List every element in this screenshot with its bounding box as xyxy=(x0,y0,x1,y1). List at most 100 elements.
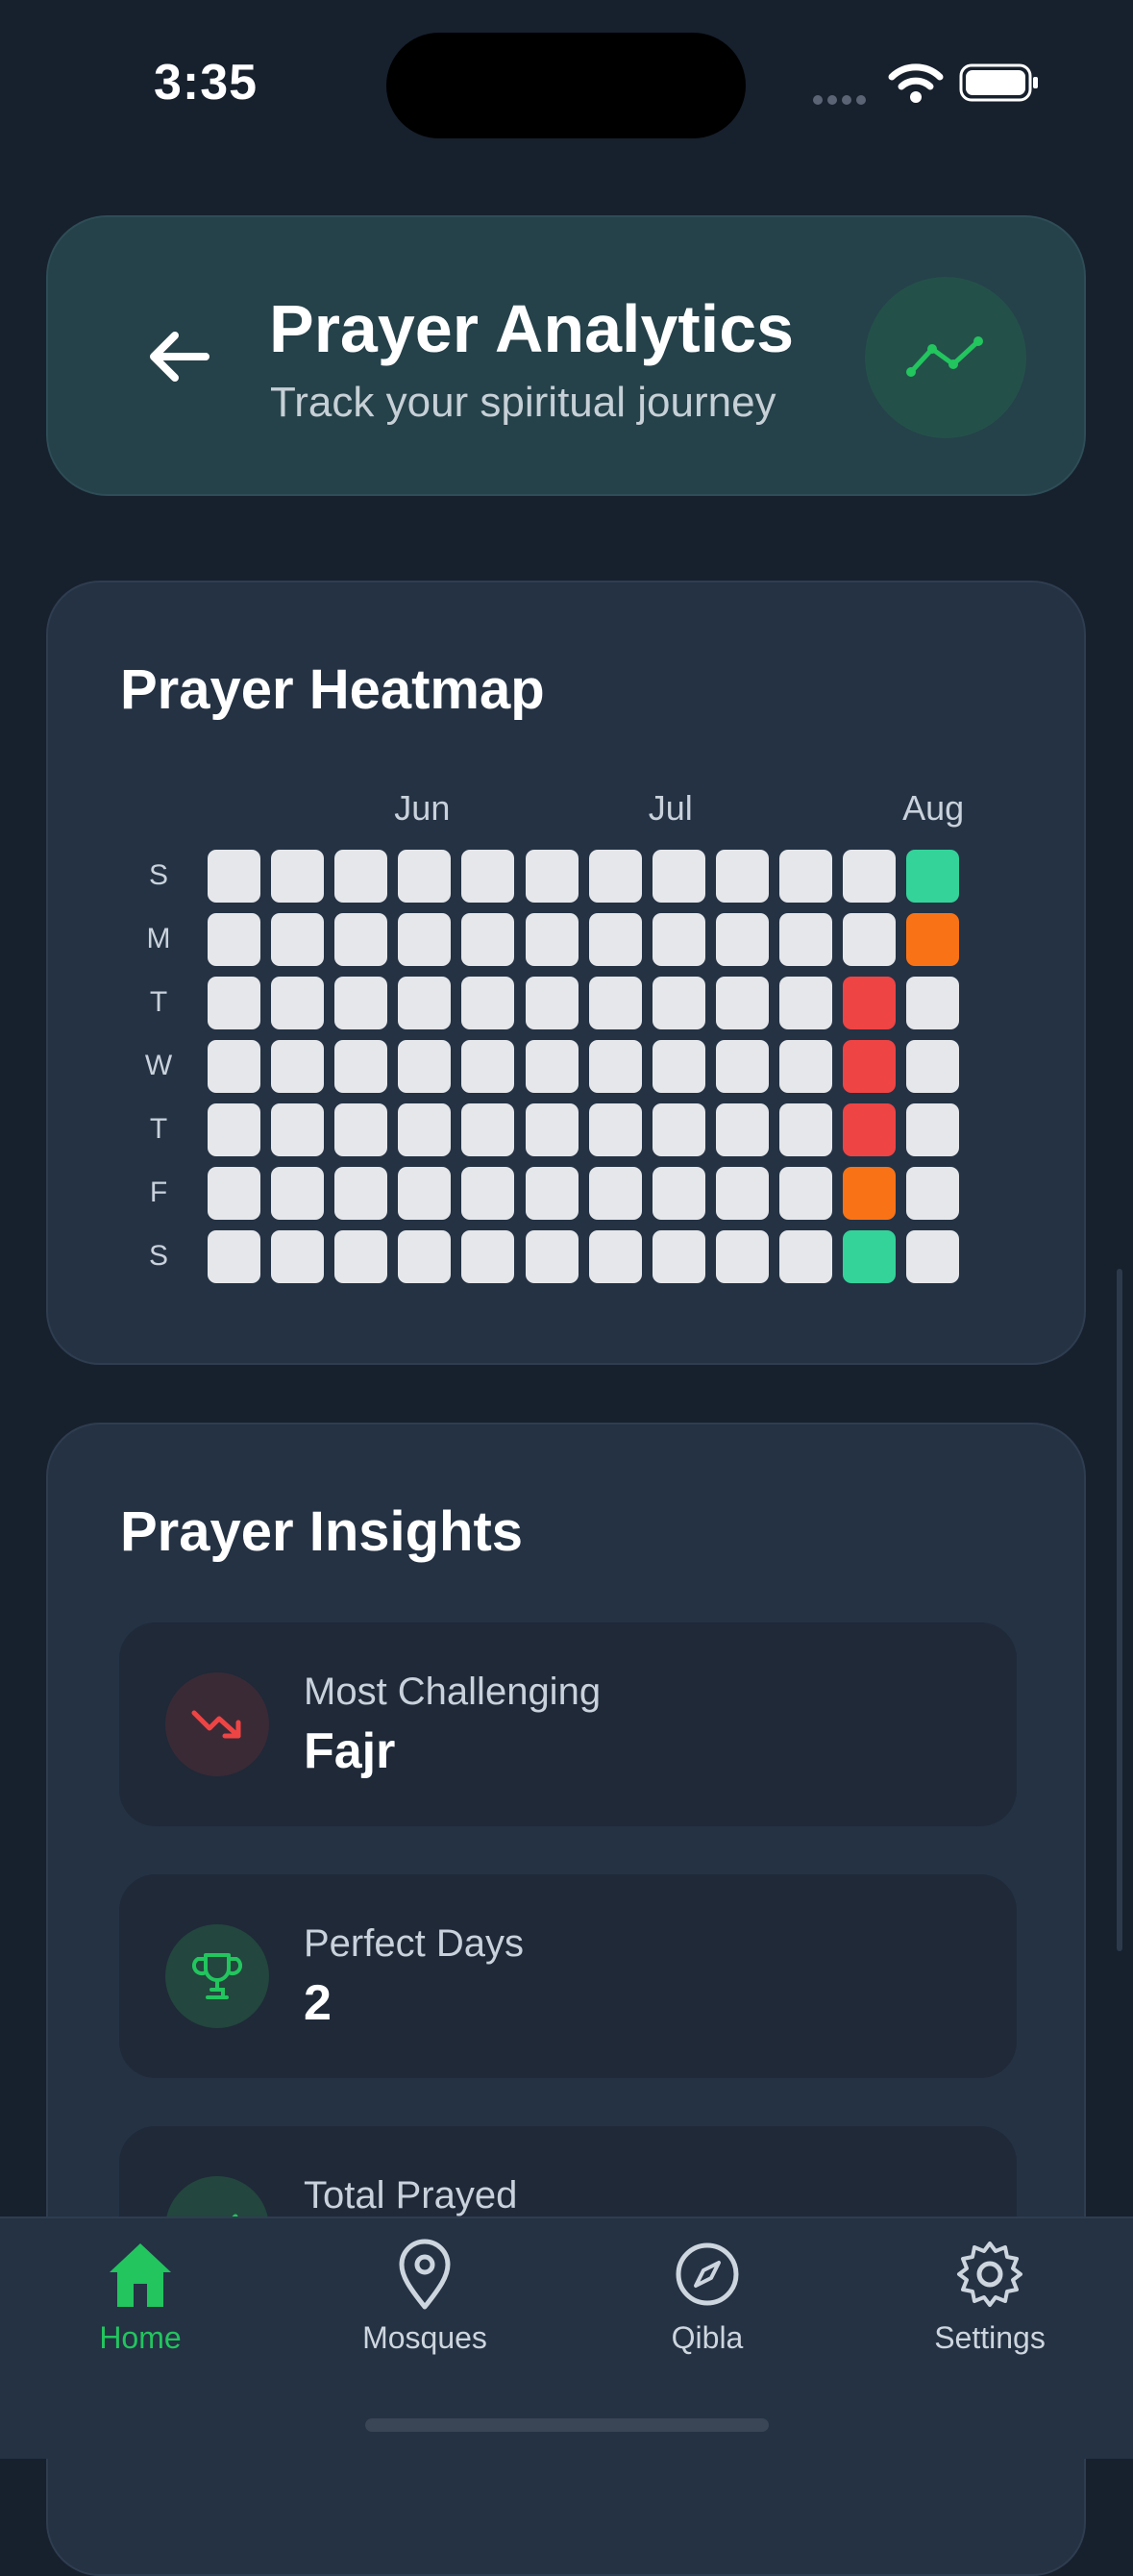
analytics-badge xyxy=(865,277,1026,438)
tab-home[interactable]: Home xyxy=(35,2236,246,2380)
heatmap-cell[interactable] xyxy=(398,913,452,966)
heatmap-cell[interactable] xyxy=(778,1040,832,1093)
heatmap-cell[interactable] xyxy=(398,1040,452,1093)
heatmap-cell[interactable] xyxy=(652,1167,705,1220)
heatmap-cell[interactable] xyxy=(906,977,960,1029)
heatmap-cell[interactable] xyxy=(271,913,325,966)
heatmap-cell[interactable] xyxy=(208,850,260,903)
heatmap-cell[interactable] xyxy=(778,1167,832,1220)
tab-settings[interactable]: Settings xyxy=(884,2236,1096,2380)
heatmap-cell[interactable] xyxy=(715,913,769,966)
heatmap-cell[interactable] xyxy=(525,913,579,966)
heatmap-cell[interactable] xyxy=(208,977,260,1029)
heatmap-cell[interactable] xyxy=(778,1103,832,1156)
heatmap-cell[interactable] xyxy=(208,1103,260,1156)
heatmap-cell[interactable] xyxy=(588,1103,642,1156)
heatmap-cell[interactable] xyxy=(652,1230,705,1283)
heatmap-cell[interactable] xyxy=(334,1230,388,1283)
heatmap-cell[interactable] xyxy=(525,850,579,903)
heatmap-cell[interactable] xyxy=(778,977,832,1029)
heatmap-cell[interactable] xyxy=(843,850,896,903)
heatmap-cell[interactable] xyxy=(398,977,452,1029)
heatmap-cell[interactable] xyxy=(334,913,388,966)
heatmap-cell[interactable] xyxy=(715,1167,769,1220)
heatmap-cell[interactable] xyxy=(715,1103,769,1156)
heatmap-cell[interactable] xyxy=(843,1230,896,1283)
back-button[interactable] xyxy=(135,313,221,400)
heatmap-cell[interactable] xyxy=(208,913,260,966)
heatmap-cell[interactable] xyxy=(652,1040,705,1093)
heatmap-cell[interactable] xyxy=(525,1040,579,1093)
tab-mosques[interactable]: Mosques xyxy=(319,2236,530,2380)
compass-icon xyxy=(676,2242,739,2306)
heatmap-cell[interactable] xyxy=(715,1230,769,1283)
heatmap-cell[interactable] xyxy=(652,977,705,1029)
heatmap-cell[interactable] xyxy=(588,913,642,966)
heatmap-cell[interactable] xyxy=(398,1230,452,1283)
heatmap-cell[interactable] xyxy=(271,1167,325,1220)
heatmap-cell[interactable] xyxy=(461,1167,515,1220)
heatmap-cell[interactable] xyxy=(588,1230,642,1283)
heatmap-cell[interactable] xyxy=(208,1040,260,1093)
heatmap-cell[interactable] xyxy=(843,1103,896,1156)
insight-perfect-days[interactable]: Perfect Days 2 xyxy=(119,1874,1017,2078)
dynamic-island xyxy=(386,33,746,138)
tab-qibla[interactable]: Qibla xyxy=(602,2236,813,2380)
heatmap-cell[interactable] xyxy=(588,977,642,1029)
heatmap-cell[interactable] xyxy=(334,977,388,1029)
heatmap-cell[interactable] xyxy=(778,913,832,966)
page-subtitle: Track your spiritual journey xyxy=(270,379,776,426)
heatmap-cell[interactable] xyxy=(398,1167,452,1220)
heatmap-card: Prayer Heatmap Jun Jul Aug S M T W T F S xyxy=(46,581,1086,1365)
heatmap-cell[interactable] xyxy=(652,850,705,903)
heatmap-cell[interactable] xyxy=(778,850,832,903)
heatmap-cell[interactable] xyxy=(525,1103,579,1156)
heatmap-cell[interactable] xyxy=(271,977,325,1029)
heatmap-cell[interactable] xyxy=(843,913,896,966)
heatmap-cell[interactable] xyxy=(906,913,960,966)
heatmap-cell[interactable] xyxy=(652,1103,705,1156)
heatmap-cell[interactable] xyxy=(525,977,579,1029)
day-label: F xyxy=(149,1177,168,1208)
insight-label: Most Challenging xyxy=(304,1671,602,1713)
tab-label: Settings xyxy=(934,2320,1046,2355)
heatmap-cell[interactable] xyxy=(208,1167,260,1220)
heatmap-cell[interactable] xyxy=(525,1167,579,1220)
heatmap-cell[interactable] xyxy=(208,1230,260,1283)
heatmap-cell[interactable] xyxy=(271,1040,325,1093)
heatmap-cell[interactable] xyxy=(461,1040,515,1093)
heatmap-cell[interactable] xyxy=(715,977,769,1029)
heatmap-cell[interactable] xyxy=(271,1103,325,1156)
heatmap-cell[interactable] xyxy=(398,850,452,903)
heatmap-cell[interactable] xyxy=(461,1230,515,1283)
heatmap-cell[interactable] xyxy=(906,1230,960,1283)
insight-most-challenging[interactable]: Most Challenging Fajr xyxy=(119,1622,1017,1826)
heatmap-cell[interactable] xyxy=(461,977,515,1029)
heatmap-cell[interactable] xyxy=(334,1103,388,1156)
heatmap-cell[interactable] xyxy=(906,1167,960,1220)
heatmap-cell[interactable] xyxy=(525,1230,579,1283)
heatmap-cell[interactable] xyxy=(843,1167,896,1220)
heatmap-cell[interactable] xyxy=(334,1167,388,1220)
heatmap-cell[interactable] xyxy=(843,977,896,1029)
heatmap-cell[interactable] xyxy=(715,1040,769,1093)
heatmap-cell[interactable] xyxy=(271,1230,325,1283)
heatmap-cell[interactable] xyxy=(906,1040,960,1093)
heatmap-cell[interactable] xyxy=(906,1103,960,1156)
wifi-icon xyxy=(888,63,944,103)
heatmap-cell[interactable] xyxy=(843,1040,896,1093)
heatmap-cell[interactable] xyxy=(906,850,960,903)
heatmap-cell[interactable] xyxy=(588,1167,642,1220)
heatmap-cell[interactable] xyxy=(588,1040,642,1093)
heatmap-cell[interactable] xyxy=(334,1040,388,1093)
heatmap-cell[interactable] xyxy=(461,1103,515,1156)
heatmap-cell[interactable] xyxy=(715,850,769,903)
heatmap-cell[interactable] xyxy=(778,1230,832,1283)
heatmap-cell[interactable] xyxy=(461,913,515,966)
heatmap-cell[interactable] xyxy=(398,1103,452,1156)
heatmap-cell[interactable] xyxy=(271,850,325,903)
heatmap-cell[interactable] xyxy=(334,850,388,903)
heatmap-cell[interactable] xyxy=(461,850,515,903)
heatmap-cell[interactable] xyxy=(652,913,705,966)
heatmap-cell[interactable] xyxy=(588,850,642,903)
